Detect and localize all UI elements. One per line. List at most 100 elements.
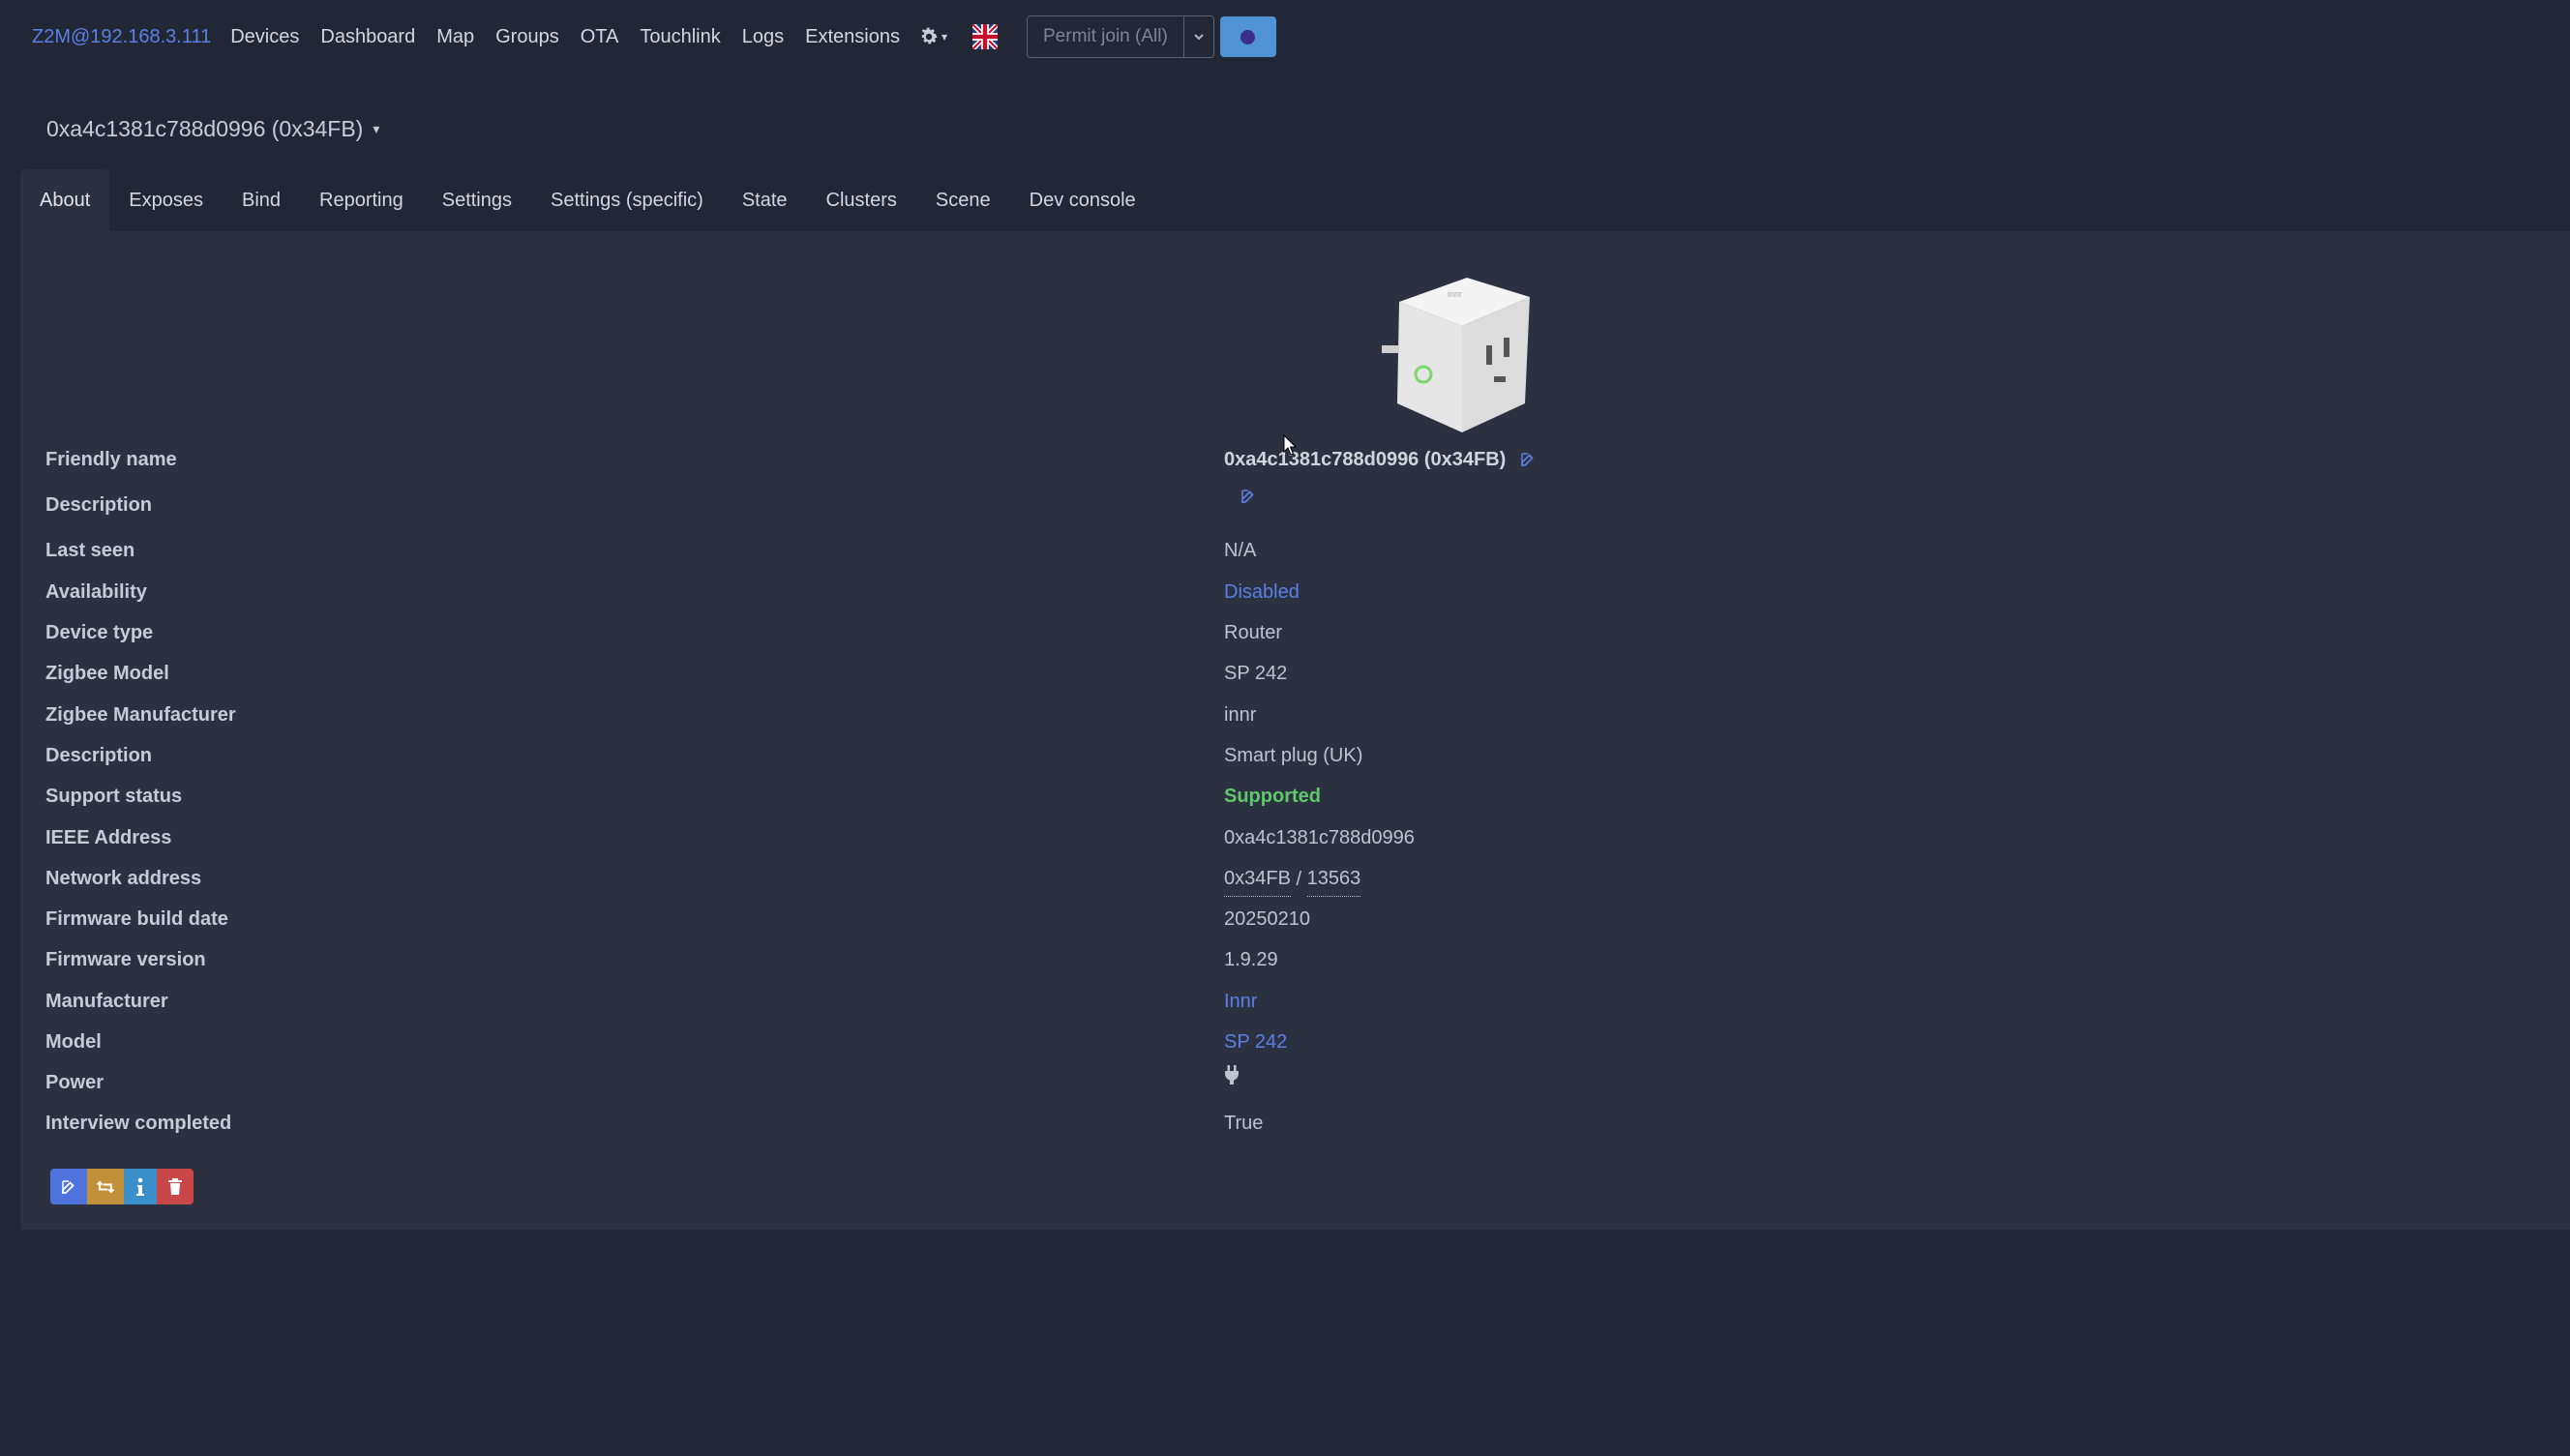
interview-completed-label: Interview completed: [45, 1113, 232, 1134]
description-label: Description: [45, 745, 153, 766]
device-tabs: About Exposes Bind Reporting Settings Se…: [20, 169, 1155, 231]
nav-groups[interactable]: Groups: [485, 26, 570, 48]
row-manufacturer: Manufacturer Innr: [20, 984, 2570, 1019]
nav-devices[interactable]: Devices: [220, 26, 310, 48]
tab-scene[interactable]: Scene: [916, 169, 1010, 231]
friendly-name-label: Friendly name: [45, 449, 177, 470]
row-support-status: Support status Supported: [20, 779, 2570, 814]
availability-label: Availability: [45, 581, 147, 603]
chevron-down-icon: ▾: [941, 30, 947, 44]
device-image: innr: [1382, 278, 1530, 432]
rename-device-button[interactable]: [50, 1169, 87, 1204]
row-zigbee-manufacturer: Zigbee Manufacturer innr: [20, 698, 2570, 732]
tab-settings-specific[interactable]: Settings (specific): [531, 169, 723, 231]
nav-map[interactable]: Map: [426, 26, 485, 48]
device-selector[interactable]: 0xa4c1381c788d0996 (0x34FB) ▾: [46, 116, 379, 142]
tab-about[interactable]: About: [20, 169, 110, 231]
friendly-name-text: 0xa4c1381c788d0996 (0x34FB): [1224, 449, 1507, 470]
zigbee-model-value: SP 242: [1224, 663, 1288, 684]
plug-icon: [1225, 1065, 1239, 1085]
firmware-build-date-label: Firmware build date: [45, 908, 228, 930]
model-link[interactable]: SP 242: [1224, 1025, 1287, 1059]
description-edit-label: Description: [45, 494, 153, 516]
description-value: Smart plug (UK): [1224, 745, 1363, 766]
row-device-type: Device type Router: [20, 615, 2570, 650]
tab-settings[interactable]: Settings: [423, 169, 531, 231]
gear-icon: [921, 27, 938, 45]
row-power: Power: [20, 1065, 2570, 1100]
model-label: Model: [45, 1031, 102, 1053]
svg-text:innr: innr: [1448, 289, 1462, 299]
nav-ota[interactable]: OTA: [570, 26, 630, 48]
reconfigure-device-button[interactable]: [87, 1169, 124, 1204]
device-actions: [50, 1169, 194, 1204]
nav-dashboard[interactable]: Dashboard: [310, 26, 426, 48]
remove-device-button[interactable]: [157, 1169, 194, 1204]
device-selector-label: 0xa4c1381c788d0996 (0x34FB): [46, 116, 364, 141]
interview-completed-value: True: [1224, 1113, 1264, 1134]
tab-exposes[interactable]: Exposes: [109, 169, 223, 231]
last-seen-value: N/A: [1224, 540, 1257, 561]
firmware-build-date-value: 20250210: [1224, 908, 1310, 930]
tab-reporting[interactable]: Reporting: [300, 169, 423, 231]
zigbee-manufacturer-value: innr: [1224, 704, 1257, 726]
network-address-value: 0x34FB / 13563: [1224, 861, 1361, 897]
ieee-address-label: IEEE Address: [45, 827, 172, 848]
row-zigbee-model: Zigbee Model SP 242: [20, 656, 2570, 691]
trash-icon: [168, 1177, 182, 1195]
row-network-address: Network address 0x34FB / 13563: [20, 861, 2570, 897]
top-navbar: Z2M@192.168.3.111 Devices Dashboard Map …: [0, 0, 2570, 74]
last-seen-label: Last seen: [45, 540, 135, 561]
network-address-separator: /: [1290, 868, 1307, 890]
support-status-label: Support status: [45, 786, 183, 807]
device-type-label: Device type: [45, 622, 154, 643]
tab-bind[interactable]: Bind: [223, 169, 300, 231]
permit-join-dropdown[interactable]: [1182, 16, 1213, 57]
firmware-version-value: 1.9.29: [1224, 949, 1278, 970]
row-model: Model SP 242: [20, 1025, 2570, 1059]
info-icon: [136, 1177, 144, 1196]
tab-state[interactable]: State: [723, 169, 807, 231]
edit-friendly-name-icon[interactable]: [1519, 451, 1537, 468]
firmware-version-label: Firmware version: [45, 949, 206, 970]
row-firmware-version: Firmware version 1.9.29: [20, 942, 2570, 977]
friendly-name-value: 0xa4c1381c788d0996 (0x34FB): [1224, 442, 1537, 477]
uk-flag-icon[interactable]: [972, 24, 998, 49]
device-type-value: Router: [1224, 622, 1283, 643]
chevron-down-icon: [1194, 34, 1204, 41]
row-description: Description Smart plug (UK): [20, 738, 2570, 773]
power-label: Power: [45, 1072, 105, 1093]
row-interview-completed: Interview completed True: [20, 1106, 2570, 1141]
row-last-seen: Last seen N/A: [20, 533, 2570, 568]
manufacturer-label: Manufacturer: [45, 991, 168, 1012]
row-firmware-build-date: Firmware build date 20250210: [20, 902, 2570, 936]
edit-description-icon[interactable]: [1240, 488, 1257, 505]
manufacturer-link[interactable]: Innr: [1224, 984, 1257, 1019]
settings-menu-button[interactable]: ▾: [918, 26, 947, 47]
tab-clusters[interactable]: Clusters: [807, 169, 916, 231]
interview-device-button[interactable]: [124, 1169, 157, 1204]
ieee-address-value: 0xa4c1381c788d0996: [1224, 827, 1415, 848]
zigbee-manufacturer-label: Zigbee Manufacturer: [45, 704, 236, 726]
availability-link[interactable]: Disabled: [1224, 575, 1300, 609]
tab-dev-console[interactable]: Dev console: [1010, 169, 1155, 231]
support-status-value: Supported: [1224, 786, 1321, 807]
brand-link[interactable]: Z2M@192.168.3.111: [32, 26, 211, 48]
mouse-cursor-icon: [1283, 434, 1297, 456]
permit-join-group: Permit join (All): [1027, 15, 1214, 58]
network-address-dec: 13563: [1306, 861, 1361, 897]
zigbee-model-label: Zigbee Model: [45, 663, 169, 684]
nav-touchlink[interactable]: Touchlink: [629, 26, 731, 48]
chevron-down-icon: ▾: [373, 121, 380, 136]
nav-links: Devices Dashboard Map Groups OTA Touchli…: [220, 26, 911, 48]
about-panel: innr Friendly name 0xa4c1381c788d0996 (0…: [20, 231, 2570, 1230]
network-address-hex: 0x34FB: [1224, 861, 1291, 897]
description-edit-value: [1224, 488, 1257, 505]
row-availability: Availability Disabled: [20, 575, 2570, 609]
network-address-label: Network address: [45, 868, 202, 889]
connection-status-button[interactable]: [1219, 16, 1276, 57]
permit-join-button[interactable]: Permit join (All): [1028, 16, 1183, 57]
nav-logs[interactable]: Logs: [732, 26, 794, 48]
nav-extensions[interactable]: Extensions: [794, 26, 911, 48]
retweet-icon: [96, 1180, 115, 1193]
